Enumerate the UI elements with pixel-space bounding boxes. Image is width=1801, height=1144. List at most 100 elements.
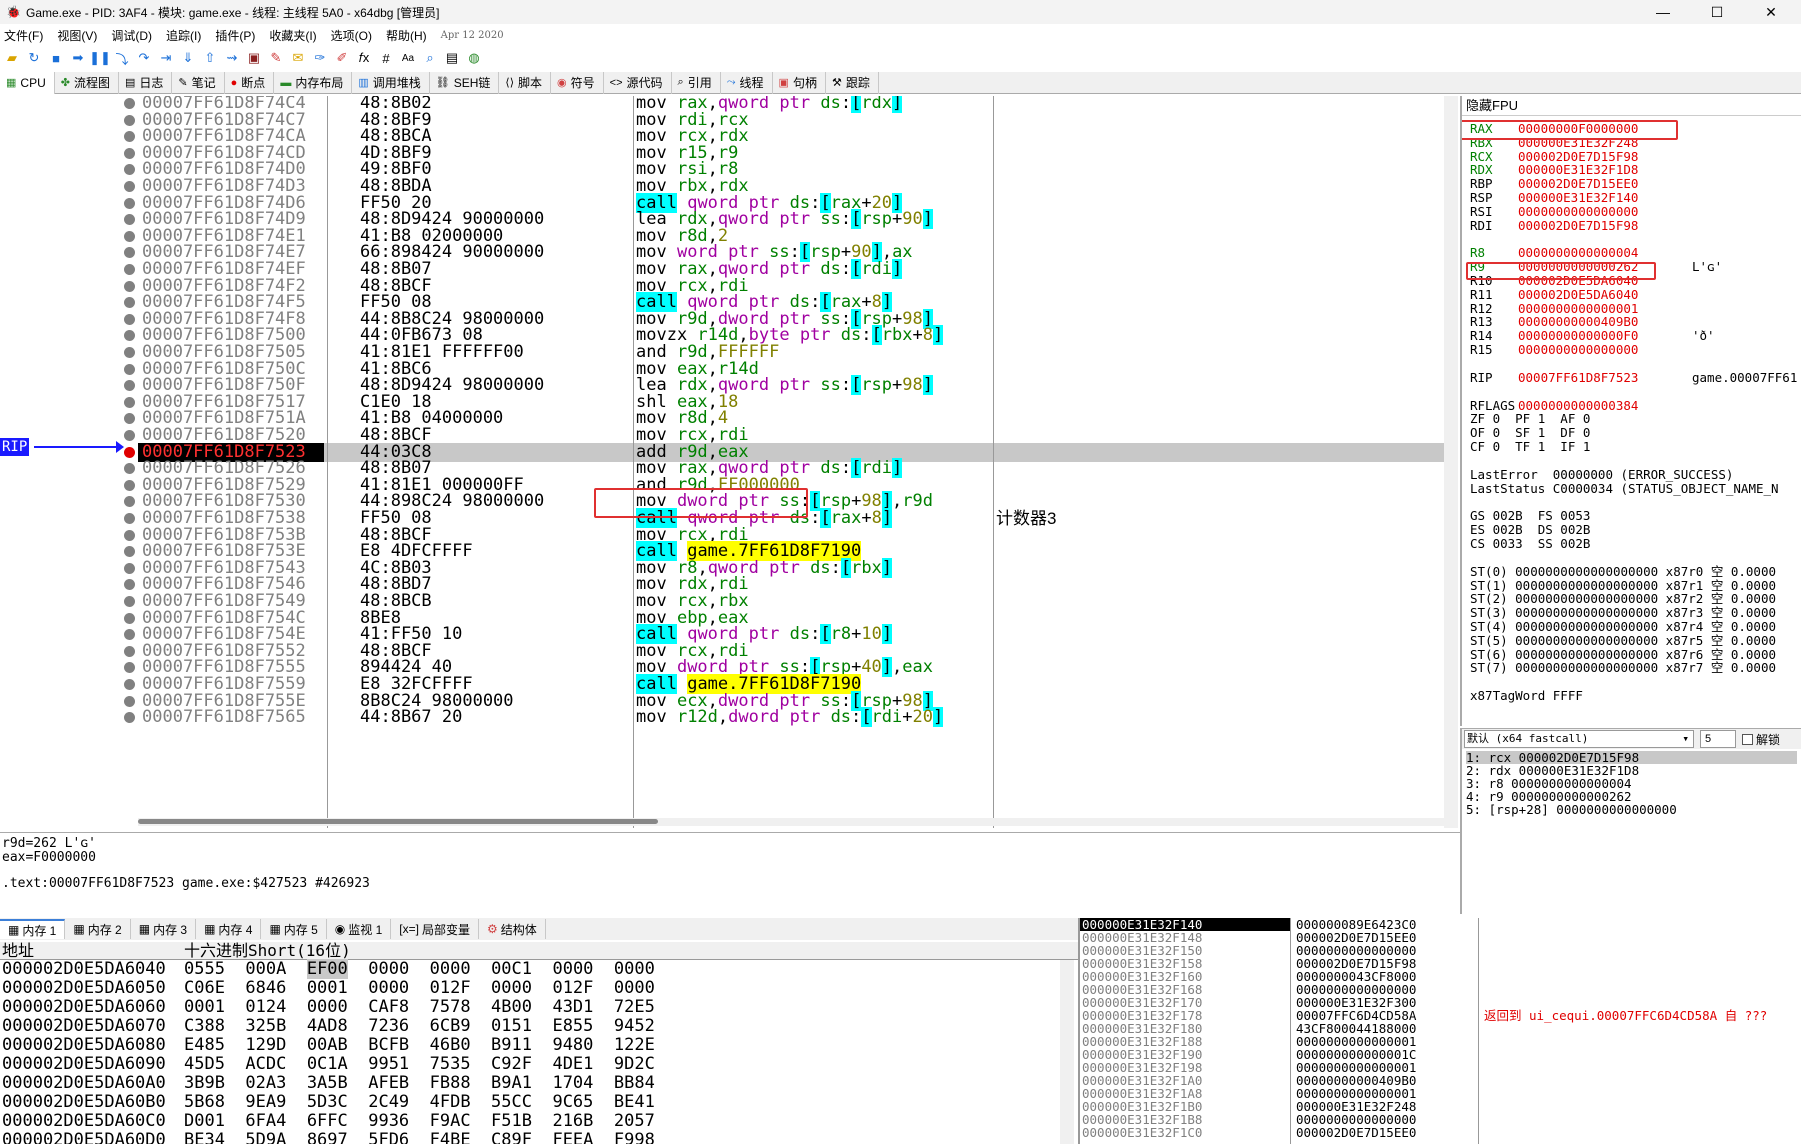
register-value[interactable]: 00000000000409B0 [1518, 314, 1638, 329]
tab-dump-4[interactable]: ▦ 内存 4 [196, 919, 262, 939]
disassembly-hscrollbar[interactable] [138, 818, 1444, 826]
hash-icon[interactable]: # [376, 48, 396, 68]
dump-scrollbar[interactable] [1060, 960, 1074, 1144]
register-value[interactable]: 0000000000000001 [1518, 301, 1638, 316]
tab-dump-5[interactable]: ▦ 内存 5 [261, 919, 327, 939]
menu-trace[interactable]: 追踪(I) [166, 27, 201, 44]
breakpoint-slot-icon[interactable] [124, 197, 135, 209]
breakpoint-slot-icon[interactable] [124, 612, 135, 624]
breakpoint-slot-icon[interactable] [124, 114, 135, 126]
breakpoint-slot-icon[interactable] [124, 413, 135, 425]
dump-hex-values[interactable]: 0001 0124 0000 CAF8 7578 4B00 43D1 72E5 [184, 998, 655, 1017]
maximize-button[interactable]: ☐ [1694, 0, 1740, 24]
breakpoint-slot-icon[interactable] [124, 297, 135, 309]
breakpoint-slot-icon[interactable] [124, 562, 135, 574]
dump-hex-values[interactable]: 45D5 ACDC 0C1A 9951 7535 C92F 4DE1 9D2C [184, 1055, 655, 1074]
breakpoint-slot-icon[interactable] [124, 131, 135, 143]
trace-over-icon[interactable]: ⇓ [178, 48, 198, 68]
dump-row[interactable]: 000002D0E5DA6040 0555 000A EF00 0000 0000… [0, 959, 1078, 979]
breakpoint-slot-icon[interactable] [124, 396, 135, 408]
dump-hex-values[interactable]: 0555 000A EF00 0000 0000 00C1 0000 0000 [184, 959, 655, 979]
breakpoint-slot-icon[interactable] [124, 496, 135, 508]
breakpoint-slot-icon[interactable] [124, 330, 135, 342]
breakpoint-slot-icon[interactable] [124, 147, 135, 159]
dump-row[interactable]: 000002D0E5DA6080 E485 129D 00AB BCFB 46B0… [0, 1036, 1078, 1055]
register-value[interactable]: 000002D0E7D15F98 [1518, 149, 1638, 164]
menu-favourites[interactable]: 收藏夹(I) [269, 27, 316, 44]
tab-script[interactable]: ⟨⟩ 脚本 [499, 71, 552, 94]
tab-memory-map[interactable]: ▬ 内存布局 [274, 71, 353, 94]
tab-dump-1[interactable]: ▦ 内存 1 [0, 919, 66, 939]
stack-row[interactable]: 000000E31E32F1C0 000002D0E7D15EE0 [1080, 1126, 1801, 1139]
dump-hex-values[interactable]: D001 6FA4 6FFC 9936 F9AC F51B 216B 2057 [184, 1112, 655, 1131]
open-icon[interactable]: ▰ [2, 48, 22, 68]
menu-plugins[interactable]: 插件(P) [215, 27, 255, 44]
disassembly-pane[interactable]: RIP 00007FF61D8F74C4 48:8B02 mov rax,qword… [0, 96, 1460, 828]
breakpoint-slot-icon[interactable] [124, 247, 135, 259]
scylla-icon[interactable]: ▣ [244, 48, 264, 68]
labels-icon[interactable]: ✑ [310, 48, 330, 68]
close-button[interactable]: ✕ [1748, 0, 1794, 24]
breakpoint-slot-icon[interactable] [124, 529, 135, 541]
disasm-row[interactable]: 00007FF61D8F7565 44:8B67 20 mov r12d,dword… [138, 707, 1444, 728]
tab-watch-1[interactable]: ◉ 监视 1 [327, 919, 392, 939]
dump-hex-values[interactable]: C06E 6846 0001 0000 012F 0000 012F 0000 [184, 979, 655, 998]
menu-view[interactable]: 视图(V) [57, 27, 97, 44]
dump-col-address[interactable]: 地址 [2, 942, 34, 960]
register-r15[interactable]: R15 0000000000000000 [1470, 343, 1638, 357]
register-value[interactable]: 0000000000000000 [1518, 342, 1638, 357]
functions-icon[interactable]: 𝑓x [354, 48, 374, 68]
breakpoint-slot-icon[interactable] [124, 430, 135, 441]
register-value[interactable]: 0000000000000004 [1518, 245, 1638, 260]
breakpoint-slot-icon[interactable] [124, 712, 135, 724]
tab-references[interactable]: ⌕ 引用 [672, 71, 721, 94]
breakpoint-slot-icon[interactable] [124, 546, 135, 558]
dump-col-hex[interactable]: 十六进制Short(16位) [184, 942, 351, 960]
step-over-icon[interactable]: ↷ [134, 48, 154, 68]
search-icon[interactable]: ⌕ [420, 48, 440, 68]
run-icon[interactable]: ➡ [68, 48, 88, 68]
breakpoint-slot-icon[interactable] [124, 513, 135, 524]
disassembly-scrollbar[interactable] [1444, 96, 1458, 828]
breakpoint-icon[interactable] [124, 446, 135, 458]
breakpoint-slot-icon[interactable] [124, 695, 135, 707]
tab-dump-3[interactable]: ▦ 内存 3 [131, 919, 197, 939]
breakpoint-slot-icon[interactable] [124, 214, 135, 226]
comments-icon[interactable]: ✉ [288, 48, 308, 68]
tab-threads[interactable]: ⤳ 线程 [721, 71, 773, 94]
unlock-checkbox[interactable]: 解锁 [1742, 731, 1780, 748]
hide-fpu-toggle[interactable]: 隐藏FPU [1462, 96, 1801, 116]
register-value[interactable]: 000000E31E32F1D8 [1518, 162, 1638, 177]
run-to-user-code-icon[interactable]: ⇝ [222, 48, 242, 68]
breakpoint-slot-icon[interactable] [124, 264, 135, 275]
tab-cpu[interactable]: ▦ CPU [0, 71, 55, 94]
step-into-icon[interactable]: ⤵ [112, 48, 132, 68]
dump-hex-values[interactable]: E485 129D 00AB BCFB 46B0 B911 9480 122E [184, 1036, 655, 1055]
dump-hex-values[interactable]: BE34 5D9A 8697 5FD6 F4BE C89F FEEA F998 [184, 1131, 655, 1144]
hscroll-thumb[interactable] [138, 819, 658, 824]
tab-trace[interactable]: ⚒ 跟踪 [826, 71, 879, 94]
dump-row[interactable]: 000002D0E5DA60C0 D001 6FA4 6FFC 9936 F9AC… [0, 1112, 1078, 1131]
close-debuggee-icon[interactable]: ■ [46, 48, 66, 68]
breakpoint-slot-icon[interactable] [124, 98, 135, 109]
breakpoint-slot-icon[interactable] [124, 629, 135, 641]
pause-icon[interactable]: ❚❚ [89, 48, 111, 68]
calculator-icon[interactable]: ▤ [442, 48, 462, 68]
breakpoint-slot-icon[interactable] [124, 363, 135, 375]
menu-file[interactable]: 文件(F) [4, 27, 43, 44]
tab-callstack[interactable]: ▥ 调用堆栈 [352, 71, 430, 94]
stack-pane[interactable]: 000000E31E32F140 000000089E6423C0 000000E3… [1078, 918, 1801, 1144]
register-rip[interactable]: RIP 00007FF61D8F7523 game.00007FF61 [1470, 370, 1797, 385]
registers-pane[interactable]: 隐藏FPU RAX 00000000F0000000 RBX 000000E31E32… [1460, 96, 1801, 726]
dump-row[interactable]: 000002D0E5DA6090 45D5 ACDC 0C1A 9951 7535… [0, 1055, 1078, 1074]
disassembly-gutter[interactable] [0, 96, 138, 828]
arg-count-spinner[interactable]: 5 [1700, 730, 1736, 748]
register-rdi[interactable]: RDI 000002D0E7D15F98 [1470, 218, 1638, 233]
breakpoint-slot-icon[interactable] [124, 479, 135, 491]
dump-hex-values[interactable]: C388 325B 4AD8 7236 6CB9 0151 E855 9452 [184, 1017, 655, 1036]
breakpoint-slot-icon[interactable] [124, 579, 135, 591]
breakpoint-slot-icon[interactable] [124, 181, 135, 192]
tab-log[interactable]: ▤ 日志 [119, 71, 173, 94]
register-value[interactable]: 0000000000000384 [1518, 398, 1638, 413]
register-value[interactable]: 000002D0E7D15EE0 [1518, 176, 1638, 191]
